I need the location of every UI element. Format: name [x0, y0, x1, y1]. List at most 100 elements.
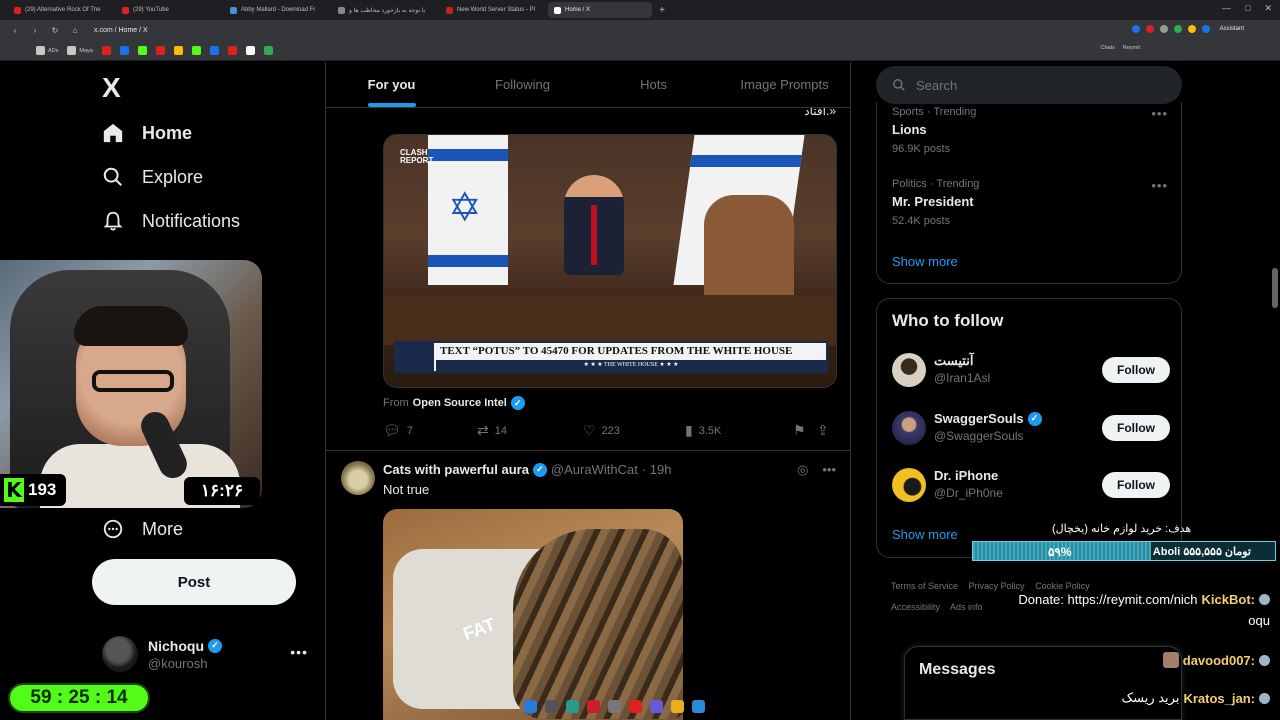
app-icon[interactable] — [608, 700, 621, 713]
bookmark-chats[interactable]: Chats — [1101, 45, 1115, 51]
scrollbar-thumb[interactable] — [1272, 268, 1278, 308]
x-logo[interactable]: X — [102, 72, 121, 104]
author-name[interactable]: Cats with pawerful aura — [383, 462, 529, 477]
app-icon[interactable] — [671, 700, 684, 713]
repost-button[interactable]: ⇄ 14 — [477, 422, 583, 439]
like-button[interactable]: ♡ 223 — [583, 422, 685, 439]
follow-button[interactable]: Follow — [1102, 415, 1170, 441]
chat-text: oqu — [1248, 613, 1270, 628]
follow-button[interactable]: Follow — [1102, 472, 1170, 498]
bookmark-button[interactable]: ⚑ — [793, 422, 817, 439]
show-more-link[interactable]: Show more — [892, 527, 958, 542]
browser-tab[interactable]: New World Server Status - Pl — [440, 2, 544, 18]
follow-button[interactable]: Follow — [1102, 357, 1170, 383]
search-input[interactable]: Search — [876, 66, 1182, 104]
minimize-icon[interactable]: — — [1222, 3, 1231, 14]
bookmark-icon[interactable] — [209, 46, 219, 55]
bookmark-icon[interactable] — [173, 46, 183, 55]
bookmark-icon[interactable] — [227, 46, 237, 55]
browser-tab[interactable]: Abby Mallard - Download Fr — [224, 2, 328, 18]
avatar[interactable] — [341, 461, 375, 495]
author-handle[interactable]: @AuraWithCat — [551, 462, 638, 477]
footer-link[interactable]: Terms of Service — [891, 581, 958, 591]
nav-item-home[interactable]: Home — [102, 122, 192, 144]
browser-tab[interactable]: یا توجه به بازخورد مخاطب ها و — [332, 2, 436, 18]
browser-tab[interactable]: (29) YouTube — [116, 2, 220, 18]
bookmark-icon[interactable] — [263, 46, 273, 55]
suggestion-name-row: آنتیست — [934, 353, 973, 369]
tweet-time[interactable]: · 19h — [642, 462, 672, 477]
reply-icon: 💬︎ — [383, 422, 401, 438]
assistant-button[interactable]: Assistant — [1220, 26, 1244, 32]
reply-button[interactable]: 💬︎ 7 — [383, 422, 477, 439]
follow-suggestion[interactable]: Dr. iPhone @Dr_iPh0ne Follow — [892, 466, 1170, 506]
post-button[interactable]: Post — [92, 559, 296, 605]
trend-item[interactable]: Politics · Trending Mr. President 52.4K … — [892, 178, 1168, 227]
maximize-icon[interactable]: □ — [1245, 3, 1250, 14]
extension-icon[interactable] — [1188, 25, 1196, 33]
follow-suggestion[interactable]: آنتیست @Iran1Asl Follow — [892, 351, 1170, 391]
back-icon[interactable]: ‹ — [10, 26, 20, 35]
bookmark-folder[interactable]: ADs — [36, 46, 58, 55]
more-dots-icon[interactable]: ••• — [1151, 178, 1168, 193]
who-to-follow-panel: Who to follow آنتیست @Iran1Asl Follow Sw… — [876, 298, 1182, 558]
share-button[interactable]: ⇪ — [817, 422, 829, 439]
browser-tab-active[interactable]: Home / X — [548, 2, 652, 18]
home-icon[interactable]: ⌂ — [70, 26, 80, 35]
nav-item-more[interactable]: More — [102, 518, 183, 540]
tab-for-you[interactable]: For you — [326, 62, 457, 107]
follow-suggestion[interactable]: SwaggerSouls ✓ @SwaggerSouls Follow — [892, 409, 1170, 449]
more-dots-icon[interactable]: ••• — [290, 644, 308, 660]
show-more-link[interactable]: Show more — [892, 254, 958, 269]
app-icon[interactable] — [629, 700, 642, 713]
tab-following[interactable]: Following — [457, 62, 588, 107]
app-icon[interactable] — [566, 700, 579, 713]
reload-icon[interactable]: ↻ — [50, 26, 60, 35]
nav-item-notifications[interactable]: Notifications — [102, 210, 240, 232]
chat-message: oqu — [1248, 613, 1270, 628]
tab-image-prompts[interactable]: Image Prompts — [719, 62, 850, 107]
tweet-media-video[interactable]: ✡ CLASH REPORT TEXT “POTUS” TO 45470 FOR… — [383, 134, 837, 388]
bookmark-icon[interactable] — [119, 46, 129, 55]
extension-icon[interactable] — [1132, 25, 1140, 33]
nav-item-explore[interactable]: Explore — [102, 166, 203, 188]
grok-icon[interactable]: ◎ — [797, 462, 808, 478]
forward-icon[interactable]: › — [30, 26, 40, 35]
extension-icon[interactable] — [1146, 25, 1154, 33]
app-icon[interactable] — [587, 700, 600, 713]
url-field[interactable]: x.com / Home / X — [94, 27, 148, 34]
bookmarks-right: Chats Reymit — [1101, 45, 1141, 51]
app-icon[interactable] — [692, 700, 705, 713]
extension-icon[interactable] — [1174, 25, 1182, 33]
app-icon[interactable] — [650, 700, 663, 713]
views-button[interactable]: ▮ 3.5K — [685, 422, 793, 439]
more-dots-icon[interactable]: ••• — [822, 462, 836, 478]
bookmark-icon[interactable] — [101, 46, 111, 55]
suggestion-name: Dr. iPhone — [934, 468, 999, 483]
bookmark-icon[interactable] — [155, 46, 165, 55]
extension-icon[interactable] — [1202, 25, 1210, 33]
tweet-media-image[interactable]: FAT — [383, 509, 683, 720]
tab-hots[interactable]: Hots — [588, 62, 719, 107]
bookmark-reymit[interactable]: Reymit — [1123, 45, 1140, 51]
bookmark-icon[interactable] — [137, 46, 147, 55]
extension-icon[interactable] — [1160, 25, 1168, 33]
footer-link[interactable]: Accessibility — [891, 602, 940, 612]
from-source-link[interactable]: Open Source Intel — [413, 397, 507, 409]
account-switcher[interactable]: Nichoqu ✓ @kourosh ••• — [102, 636, 308, 672]
new-tab-button[interactable]: + — [656, 5, 668, 16]
trends-panel: Sports · Trending Lions 96.9K posts ••• … — [876, 102, 1182, 284]
browser-tab[interactable]: (29) Alternative Rock Of The — [8, 2, 112, 18]
windows-start-icon[interactable] — [524, 700, 537, 713]
more-dots-icon[interactable]: ••• — [1151, 106, 1168, 121]
close-icon[interactable]: ✕ — [1264, 3, 1272, 14]
suggestion-handle: @Dr_iPh0ne — [934, 486, 1003, 500]
trend-item[interactable]: Sports · Trending Lions 96.9K posts ••• — [892, 106, 1168, 155]
bookmark-folder[interactable]: Maya — [67, 46, 93, 55]
chat-text: Donate: https://reymit.com/nich — [1018, 592, 1198, 607]
avatar — [892, 353, 926, 387]
app-icon[interactable] — [545, 700, 558, 713]
bookmark-icon[interactable] — [191, 46, 201, 55]
bookmark-icon[interactable] — [245, 46, 255, 55]
bookmarks-bar: ADs Maya — [0, 41, 1280, 61]
